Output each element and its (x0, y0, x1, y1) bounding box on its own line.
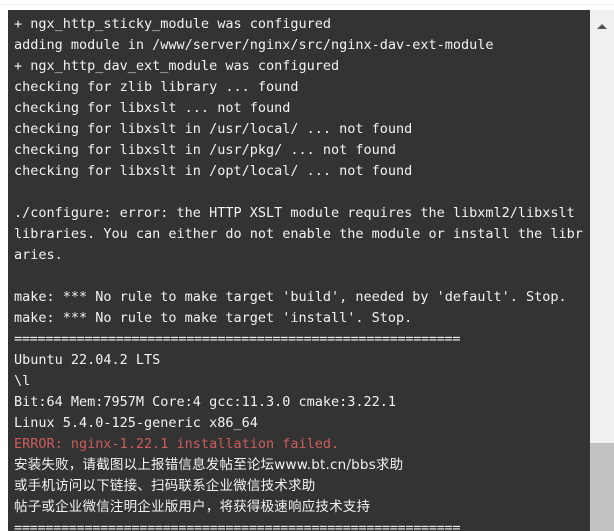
console-line: checking for libxslt in /opt/local/ ... … (14, 163, 413, 179)
console-line: 或手机访问以下链接、扫码联系企业微信技术求助 (14, 478, 316, 494)
console-line: + ngx_http_dav_ext_module was configured (14, 58, 340, 74)
console-line: checking for libxslt in /usr/pkg/ ... no… (14, 142, 397, 158)
console-line: 帖子或企业微信注明企业版用户，将获得极速响应技术支持 (14, 499, 371, 515)
console-line: + ngx_http_sticky_module was configured (14, 16, 331, 32)
console-line: adding module in /www/server/nginx/src/n… (14, 37, 494, 53)
console-line: make: *** No rule to make target 'build'… (14, 289, 567, 305)
console-line: Ubuntu 22.04.2 LTS (14, 352, 161, 368)
console-line: checking for zlib library ... found (14, 79, 299, 95)
vertical-scrollbar[interactable] (590, 10, 614, 531)
console-line: \l (14, 373, 31, 389)
console-line: Bit:64 Mem:7957M Core:4 gcc:11.3.0 cmake… (14, 394, 397, 410)
installation-log-view: + ngx_http_sticky_module was configured a… (0, 0, 614, 531)
console-line: ========================================… (14, 520, 461, 531)
console-line: ========================================… (14, 331, 461, 347)
scroll-up-button[interactable] (590, 10, 614, 40)
console-line: checking for libxslt in /usr/local/ ... … (14, 121, 413, 137)
console-output: + ngx_http_sticky_module was configured a… (14, 14, 584, 531)
console-line: ./configure: error: the HTTP XSLT module… (14, 205, 583, 263)
console-line: Linux 5.4.0-125-generic x86_64 (14, 415, 258, 431)
console-line: checking for libxslt ... not found (14, 100, 291, 116)
scrollbar-track[interactable] (590, 40, 614, 531)
top-divider (0, 4, 614, 5)
console-line: 安装失败，请截图以上报错信息发帖至论坛www.bt.cn/bbs求助 (14, 457, 404, 473)
console-line: ERROR: nginx-1.22.1 installation failed. (14, 436, 340, 452)
console-panel[interactable]: + ngx_http_sticky_module was configured a… (8, 10, 590, 531)
scroll-up-arrow-icon (597, 24, 607, 29)
scrollbar-thumb[interactable] (590, 443, 614, 531)
console-line: make: *** No rule to make target 'instal… (14, 310, 413, 326)
